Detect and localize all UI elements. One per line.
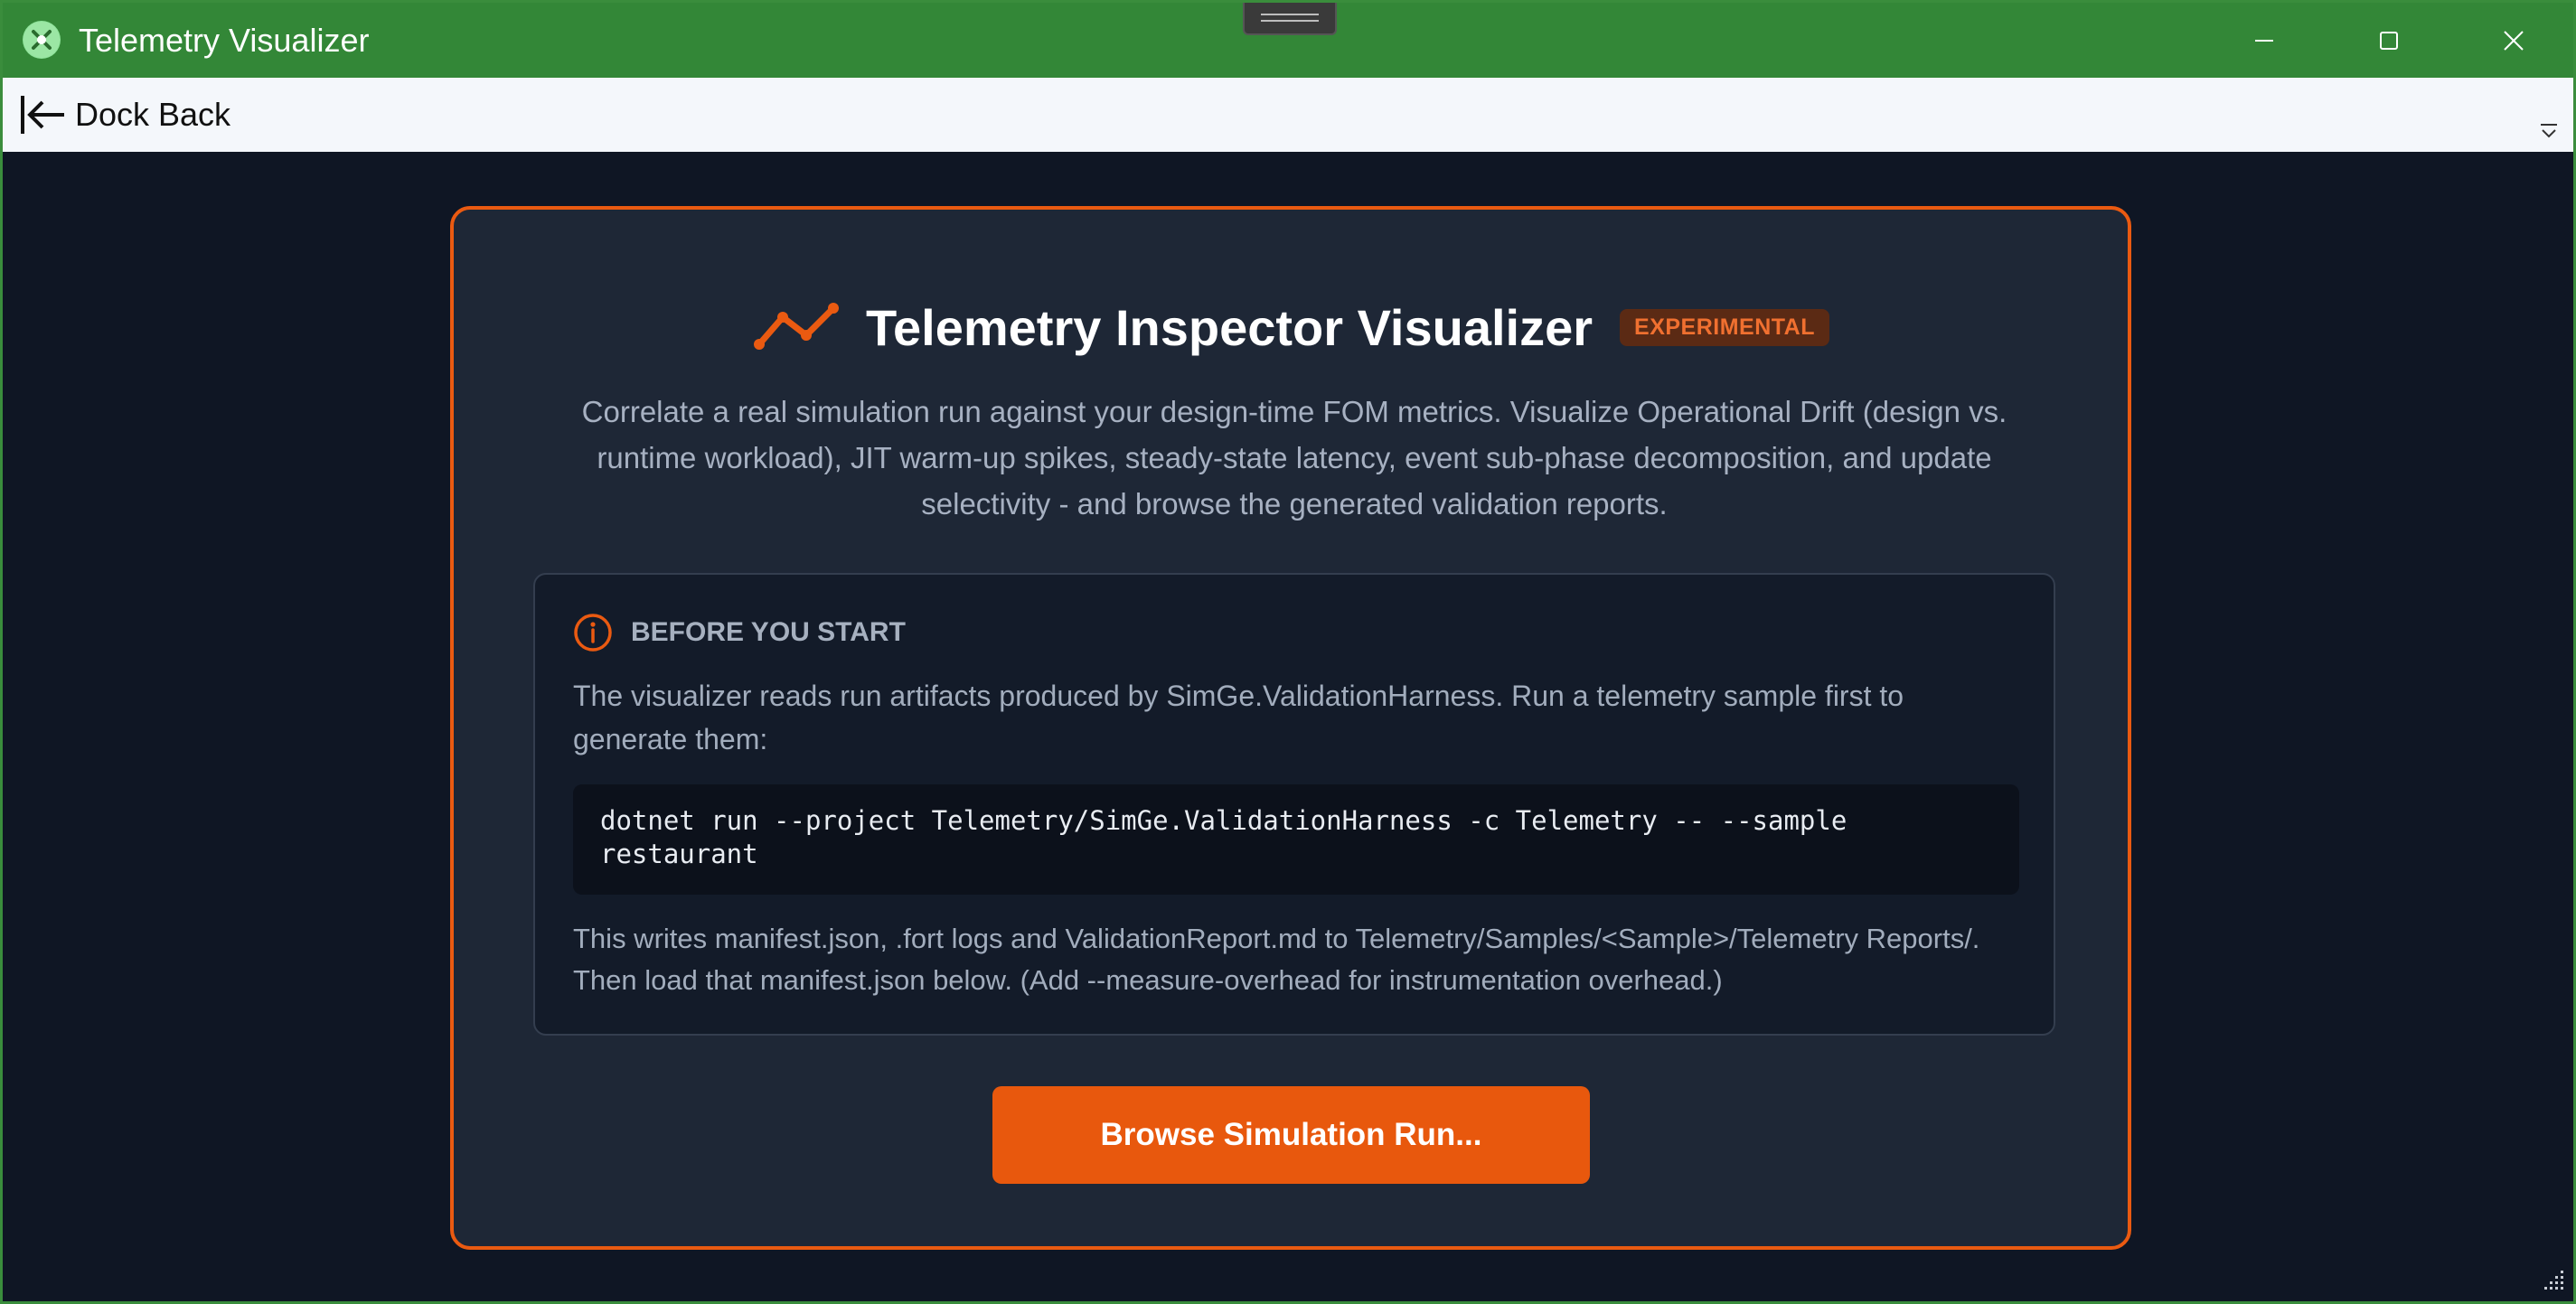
visualizer-card: Telemetry Inspector Visualizer EXPERIMEN… bbox=[450, 206, 2131, 1250]
app-window: Telemetry Visualizer Dock Back Telemetry… bbox=[0, 0, 2576, 1304]
info-footer: This writes manifest.json, .fort logs an… bbox=[573, 923, 1980, 996]
maximize-icon bbox=[2380, 32, 2398, 50]
dock-back-button[interactable]: Dock Back bbox=[17, 89, 230, 141]
maximize-button[interactable] bbox=[2335, 3, 2443, 78]
card-title: Telemetry Inspector Visualizer bbox=[865, 298, 1594, 356]
browse-simulation-run-button[interactable]: Browse Simulation Run... bbox=[992, 1086, 1590, 1184]
title-bar[interactable]: Telemetry Visualizer bbox=[3, 3, 2573, 78]
dock-back-label: Dock Back bbox=[75, 96, 231, 133]
close-icon bbox=[2504, 31, 2524, 51]
drag-handle[interactable] bbox=[1243, 3, 1337, 35]
experimental-badge: EXPERIMENTAL bbox=[1620, 308, 1830, 346]
card-header: Telemetry Inspector Visualizer EXPERIMEN… bbox=[454, 291, 2128, 363]
overflow-chevron-icon[interactable] bbox=[2537, 119, 2561, 143]
info-icon bbox=[574, 614, 612, 652]
dock-back-arrow-icon bbox=[21, 96, 64, 134]
card-description: Correlate a real simulation run against … bbox=[581, 395, 2007, 521]
toolbar: Dock Back bbox=[3, 78, 2573, 152]
trend-line-icon bbox=[753, 303, 839, 350]
app-logo-icon bbox=[23, 21, 61, 59]
command-text[interactable]: dotnet run --project Telemetry/SimGe.Val… bbox=[600, 804, 1992, 871]
resize-grip-icon[interactable] bbox=[2539, 1267, 2566, 1294]
info-title: BEFORE YOU START bbox=[631, 617, 906, 647]
before-you-start-panel: BEFORE YOU START The visualizer reads ru… bbox=[533, 573, 2055, 1036]
close-button[interactable] bbox=[2459, 3, 2568, 78]
minimize-button[interactable] bbox=[2210, 3, 2318, 78]
window-title: Telemetry Visualizer bbox=[79, 22, 370, 59]
minimize-icon bbox=[2255, 40, 2273, 42]
info-header: BEFORE YOU START bbox=[573, 613, 906, 652]
info-body: The visualizer reads run artifacts produ… bbox=[573, 680, 1904, 755]
command-code-block[interactable]: dotnet run --project Telemetry/SimGe.Val… bbox=[573, 784, 2019, 895]
